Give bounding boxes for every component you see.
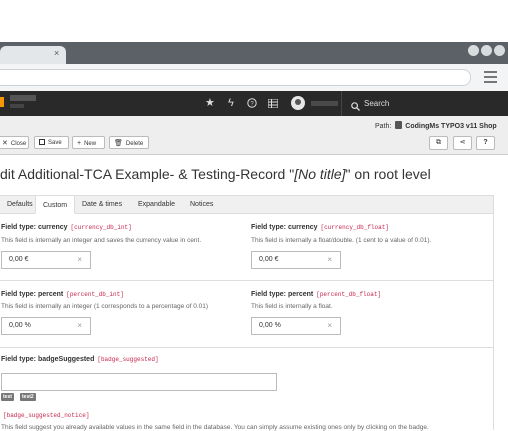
field-code: [currency_db_float]: [320, 224, 389, 231]
search-label[interactable]: Search: [364, 99, 389, 108]
typo3-logo[interactable]: [0, 97, 4, 107]
page-tree-icon: [395, 121, 403, 129]
window-close-button[interactable]: [494, 45, 505, 56]
site-name: [10, 95, 36, 101]
notice-code: [badge_suggested_notice]: [3, 412, 90, 419]
bolt-icon[interactable]: ϟ: [228, 96, 234, 110]
close-button[interactable]: ✕ Close: [0, 136, 29, 149]
external-link-icon: ⧉: [436, 139, 441, 146]
title-prefix: dit Additional-TCA Example- & Testing-Re…: [0, 166, 295, 182]
share-button[interactable]: ⋖: [453, 136, 472, 150]
field-label-badge: Field type: badgeSuggested [badge_suggest…: [1, 356, 159, 363]
field-description: This field is internally a float.: [251, 303, 333, 310]
field-label-percent-float: Field type: percent [percent_db_float]: [251, 291, 382, 298]
topbar-divider: [341, 91, 342, 116]
share-icon: ⋖: [459, 139, 466, 146]
clear-icon[interactable]: ×: [77, 318, 82, 334]
breadcrumb: Path: CodingMs TYPO3 v11 Shop: [375, 121, 497, 130]
path-label: Path:: [375, 123, 392, 130]
title-record: [No title]: [294, 166, 346, 182]
input-value: 0,00 %: [259, 322, 281, 329]
close-tab-icon[interactable]: ×: [54, 48, 59, 58]
close-icon: ✕: [2, 140, 8, 147]
badge-test[interactable]: test: [1, 393, 14, 401]
delete-button-label: Delete: [125, 141, 144, 147]
field-description: This field is internally an integer (1 c…: [1, 303, 209, 310]
help-icon[interactable]: ?: [247, 96, 257, 112]
open-external-button[interactable]: ⧉: [429, 136, 448, 150]
tab-defaults[interactable]: Defaults: [0, 195, 40, 214]
username[interactable]: [311, 101, 338, 106]
save-button-label: Save: [48, 140, 62, 146]
currency-int-input[interactable]: 0,00 € ×: [1, 251, 91, 269]
save-button[interactable]: Save: [34, 136, 69, 149]
help-button[interactable]: ?: [476, 136, 495, 150]
field-label-currency-int: Field type: currency [currency_db_int]: [1, 224, 132, 231]
field-label-currency-float: Field type: currency [currency_db_float]: [251, 224, 389, 231]
field-code: [badge_suggested]: [97, 356, 159, 363]
window-maximize-button[interactable]: [481, 45, 492, 56]
trash-icon: 🗑: [114, 140, 123, 147]
title-suffix: " on root level: [345, 166, 431, 182]
clear-icon[interactable]: ×: [327, 318, 332, 334]
divider: [0, 347, 493, 348]
field-description: This field is internally a float/double.…: [251, 237, 432, 244]
divider: [0, 280, 493, 281]
field-description: This field is internally an integer and …: [1, 237, 202, 244]
input-value: 0,00 €: [9, 256, 29, 263]
clear-icon[interactable]: ×: [327, 252, 332, 268]
input-value: 0,00 €: [259, 256, 279, 263]
window-top: [0, 0, 508, 42]
input-value: 0,00 %: [9, 322, 31, 329]
hamburger-icon[interactable]: [484, 71, 497, 86]
percent-float-input[interactable]: 0,00 % ×: [251, 317, 341, 335]
badge-test2[interactable]: test2: [20, 393, 36, 401]
path-value[interactable]: CodingMs TYPO3 v11 Shop: [405, 123, 496, 130]
new-button[interactable]: + New: [72, 136, 105, 149]
tab-notices[interactable]: Notices: [183, 195, 220, 214]
delete-button[interactable]: 🗑 Delete: [109, 136, 149, 149]
list-icon[interactable]: [267, 96, 279, 112]
field-code: [percent_db_int]: [66, 291, 124, 298]
field-code: [percent_db_float]: [316, 291, 382, 298]
badge-suggested-input[interactable]: [1, 373, 277, 391]
field-code: [currency_db_int]: [70, 224, 132, 231]
window-minimize-button[interactable]: [468, 45, 479, 56]
site-version: [10, 104, 24, 108]
new-button-label: New: [84, 141, 97, 147]
clear-icon[interactable]: ×: [77, 252, 82, 268]
field-label-percent-int: Field type: percent [percent_db_int]: [1, 291, 124, 298]
address-bar[interactable]: [0, 69, 471, 86]
avatar[interactable]: [291, 96, 305, 110]
tab-expandable[interactable]: Expandable: [131, 195, 182, 214]
page-title: dit Additional-TCA Example- & Testing-Re…: [0, 166, 431, 182]
tab-date-times[interactable]: Date & times: [75, 195, 129, 214]
close-button-label: Close: [10, 141, 27, 147]
search-icon[interactable]: [351, 98, 360, 116]
star-icon[interactable]: ★: [205, 96, 215, 110]
currency-float-input[interactable]: 0,00 € ×: [251, 251, 341, 269]
percent-int-input[interactable]: 0,00 % ×: [1, 317, 91, 335]
tab-custom[interactable]: Custom: [35, 195, 76, 214]
save-icon: [39, 139, 45, 145]
plus-icon: +: [77, 140, 82, 147]
browser-tab-bar: [0, 42, 508, 64]
